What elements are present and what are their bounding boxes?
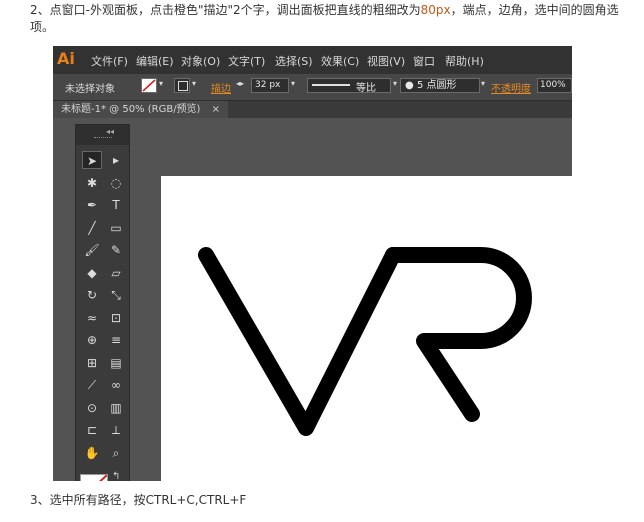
menu-view[interactable]: 视图(V) bbox=[367, 53, 405, 69]
stroke-weight-highlight: 80px bbox=[420, 3, 451, 17]
free-transform-tool-icon[interactable]: ⊡ bbox=[106, 309, 126, 327]
none-fill-icon bbox=[99, 475, 107, 481]
fill-swatch[interactable] bbox=[141, 78, 157, 93]
round-brush-icon: ● bbox=[405, 80, 414, 91]
illustrator-window: Ai 文件(F) 编辑(E) 对象(O) 文字(T) 选择(S) 效果(C) 视… bbox=[53, 46, 572, 481]
swap-colors-icon[interactable]: ↰ bbox=[112, 471, 120, 481]
stroke-panel-link[interactable]: 描边 bbox=[211, 80, 231, 95]
blend-tool-icon[interactable]: ∞ bbox=[106, 376, 126, 394]
warp-tool-icon[interactable]: ≈ bbox=[82, 309, 102, 327]
lasso-tool-icon[interactable]: ◌ bbox=[106, 174, 126, 192]
variable-width-profile[interactable]: 等比 bbox=[307, 78, 391, 94]
stepper-icon[interactable]: ◂▸ bbox=[236, 79, 244, 88]
menu-window[interactable]: 窗口 bbox=[413, 53, 435, 69]
graph-tool-icon[interactable]: ≡ bbox=[106, 331, 126, 349]
v-letter-path[interactable] bbox=[198, 247, 401, 436]
selection-tool-icon[interactable]: ➤ bbox=[82, 151, 102, 169]
stroke-weight-field[interactable]: 32 px bbox=[251, 78, 289, 93]
step-2-instructions: 2、点窗口-外观面板，点击橙色"描边"2个字，调出面板把直线的粗细改为80px，… bbox=[30, 2, 630, 36]
document-tab-title: 未标题-1* @ 50% (RGB/预览) bbox=[61, 104, 201, 115]
brush-definition[interactable]: ● 5 点圆形 bbox=[400, 78, 480, 93]
menu-effect[interactable]: 效果(C) bbox=[321, 53, 359, 69]
document-tab-bar: 未标题-1* @ 50% (RGB/预览) × bbox=[53, 101, 572, 118]
symbol-sprayer-tool-icon[interactable]: ⊙ bbox=[82, 399, 102, 417]
hand-tool-icon[interactable]: ✋ bbox=[82, 444, 102, 462]
menu-edit[interactable]: 编辑(E) bbox=[136, 53, 174, 69]
shape-builder-tool-icon[interactable]: ⊕ bbox=[82, 331, 102, 349]
blob-brush-tool-icon[interactable]: ◆ bbox=[82, 264, 102, 282]
menu-type[interactable]: 文字(T) bbox=[228, 53, 265, 69]
stroke-square-icon bbox=[178, 81, 188, 91]
menu-help[interactable]: 帮助(H) bbox=[445, 53, 484, 69]
artboard-tool-icon[interactable]: ⊏ bbox=[82, 421, 102, 439]
chevron-down-icon[interactable]: ▾ bbox=[192, 79, 196, 88]
profile-label: 等比 bbox=[356, 83, 376, 94]
chevron-down-icon[interactable]: ▾ bbox=[291, 79, 295, 88]
rotate-tool-icon[interactable]: ↻ bbox=[82, 286, 102, 304]
opacity-field[interactable]: 100% bbox=[537, 78, 572, 93]
menu-select[interactable]: 选择(S) bbox=[275, 53, 313, 69]
tools-panel-header[interactable]: ◂◂ bbox=[76, 125, 129, 145]
chevron-down-icon[interactable]: ▾ bbox=[481, 79, 485, 88]
menu-object[interactable]: 对象(O) bbox=[181, 53, 220, 69]
menu-bar: Ai 文件(F) 编辑(E) 对象(O) 文字(T) 选择(S) 效果(C) 视… bbox=[53, 46, 572, 74]
step-2-text-a: 2、点窗口-外观面板，点击橙色"描边"2个字，调出面板把直线的粗细改为 bbox=[30, 3, 421, 17]
eyedropper-tool-icon[interactable]: ⟋ bbox=[82, 376, 102, 394]
pen-tool-icon[interactable]: ✒ bbox=[82, 196, 102, 214]
eraser-tool-icon[interactable]: ▱ bbox=[106, 264, 126, 282]
pencil-tool-icon[interactable]: ✎ bbox=[106, 241, 126, 259]
vr-artwork bbox=[198, 247, 532, 436]
document-tab[interactable]: 未标题-1* @ 50% (RGB/预览) × bbox=[53, 101, 229, 118]
column-graph-tool-icon[interactable]: ▥ bbox=[106, 399, 126, 417]
fill-color-swatch[interactable] bbox=[80, 474, 108, 481]
r-letter-path[interactable] bbox=[385, 247, 532, 422]
artboard[interactable] bbox=[161, 176, 572, 481]
opacity-panel-link[interactable]: 不透明度 bbox=[491, 80, 531, 95]
collapse-icon[interactable]: ◂◂ bbox=[106, 127, 114, 136]
selection-status: 未选择对象 bbox=[65, 84, 115, 95]
magic-wand-tool-icon[interactable]: ✱ bbox=[82, 174, 102, 192]
none-fill-icon bbox=[142, 79, 156, 92]
control-bar: 未选择对象 ▾ ▾ 描边 ◂▸ 32 px ▾ 等比 ▾ ● 5 点圆形 ▾ 不… bbox=[53, 74, 572, 101]
close-icon[interactable]: × bbox=[212, 104, 220, 115]
chevron-down-icon[interactable]: ▾ bbox=[393, 79, 397, 88]
app-logo: Ai bbox=[57, 49, 75, 68]
rectangle-tool-icon[interactable]: ▭ bbox=[106, 219, 126, 237]
brush-label: 5 点圆形 bbox=[417, 80, 457, 91]
zoom-tool-icon[interactable]: ⌕ bbox=[106, 444, 126, 462]
slice-tool-icon[interactable]: ⟂ bbox=[106, 421, 126, 439]
chevron-down-icon[interactable]: ▾ bbox=[159, 79, 163, 88]
line-tool-icon[interactable]: ╱ bbox=[82, 219, 102, 237]
tools-panel: ◂◂ ➤ ▸ ✱ ◌ ✒ T ╱ ▭ 🖌 ✎ ◆ ▱ ↻ ⤡ ≈ ⊡ ⊕ ≡ ⊞ ▤ ⟋ ∞ ⊙ ▥ ⊏ ⟂ ✋ ⌕ ↰ bbox=[75, 124, 130, 481]
type-tool-icon[interactable]: T bbox=[106, 196, 126, 214]
gradient-tool-icon[interactable]: ▤ bbox=[106, 354, 126, 372]
step-3-instructions: 3、选中所有路径，按CTRL+C,CTRL+F bbox=[30, 493, 247, 507]
profile-line-icon bbox=[312, 84, 350, 86]
paintbrush-tool-icon[interactable]: 🖌 bbox=[82, 241, 102, 259]
grip-icon bbox=[94, 137, 112, 140]
mesh-tool-icon[interactable]: ⊞ bbox=[82, 354, 102, 372]
stroke-swatch[interactable] bbox=[174, 78, 190, 93]
direct-selection-tool-icon[interactable]: ▸ bbox=[106, 151, 126, 169]
menu-file[interactable]: 文件(F) bbox=[91, 53, 128, 69]
scale-tool-icon[interactable]: ⤡ bbox=[106, 286, 126, 304]
